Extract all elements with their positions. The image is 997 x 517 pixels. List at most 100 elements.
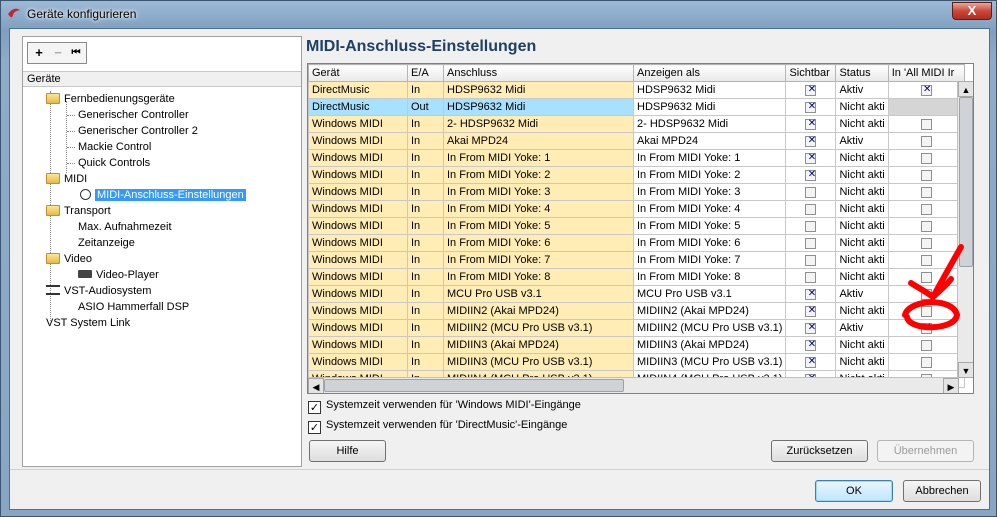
- all-midi-inputs-checkbox[interactable]: [920, 220, 932, 232]
- cell-show-as[interactable]: MIDIIN3 (Akai MPD24): [632, 336, 787, 354]
- tree-item-transport[interactable]: Transport: [46, 203, 111, 219]
- cell-status[interactable]: Nicht akti: [835, 234, 889, 252]
- cell-device[interactable]: Windows MIDI: [308, 166, 408, 184]
- cell-status[interactable]: Nicht akti: [835, 217, 889, 235]
- cell-status[interactable]: Nicht akti: [835, 98, 889, 116]
- table-row[interactable]: Windows MIDI In MIDIIN2 (Akai MPD24) MIDIIN…: [308, 302, 965, 320]
- tree-item-generischer-controller-2[interactable]: Generischer Controller 2: [78, 123, 198, 139]
- table-row[interactable]: Windows MIDI In In From MIDI Yoke: 1 In Fro…: [308, 149, 965, 167]
- tree-item-fernbedienungsgeraete[interactable]: Fernbedienungsgeräte: [46, 91, 175, 107]
- cell-all-midi-inputs[interactable]: [887, 132, 965, 150]
- cell-all-midi-inputs[interactable]: [887, 336, 965, 354]
- cell-show-as[interactable]: MIDIIN2 (Akai MPD24): [632, 302, 787, 320]
- visible-checkbox[interactable]: [805, 118, 817, 130]
- cell-show-as[interactable]: MIDIIN2 (MCU Pro USB v3.1): [632, 319, 787, 337]
- visible-checkbox[interactable]: [805, 186, 817, 198]
- all-midi-inputs-checkbox[interactable]: [920, 339, 932, 351]
- cell-all-midi-inputs[interactable]: [887, 353, 965, 371]
- cell-status[interactable]: Aktiv: [835, 81, 889, 99]
- cell-show-as[interactable]: HDSP9632 Midi: [632, 81, 787, 99]
- visible-checkbox[interactable]: [805, 169, 817, 181]
- table-row[interactable]: DirectMusicInHDSP9632 MidiHDSP9632 MidiA…: [308, 81, 965, 99]
- tree-item-video-player[interactable]: Video-Player: [78, 267, 159, 283]
- cell-all-midi-inputs[interactable]: [887, 268, 965, 286]
- cell-device[interactable]: Windows MIDI: [308, 251, 408, 269]
- table-row[interactable]: DirectMusic Out HDSP9632 Midi HDSP9632 Midi…: [308, 98, 965, 116]
- vertical-scroll-thumb[interactable]: [959, 97, 973, 267]
- table-row[interactable]: Windows MIDI In In From MIDI Yoke: 8 In Fro…: [308, 268, 965, 286]
- tree-item-asio-hammerfall-dsp[interactable]: ASIO Hammerfall DSP: [78, 299, 189, 315]
- cell-visible[interactable]: [785, 268, 837, 286]
- cell-visible[interactable]: [785, 98, 837, 116]
- cell-show-as[interactable]: 2- HDSP9632 Midi: [632, 115, 787, 133]
- cell-visible[interactable]: [785, 285, 837, 303]
- cell-show-as[interactable]: In From MIDI Yoke: 1: [632, 149, 787, 167]
- all-midi-inputs-checkbox[interactable]: [920, 322, 933, 334]
- cell-all-midi-inputs[interactable]: [887, 166, 965, 184]
- column-header-geraet[interactable]: Gerät: [308, 64, 408, 82]
- visible-checkbox[interactable]: [805, 322, 817, 334]
- tree-item-vst-audiosystem[interactable]: VST-Audiosystem: [46, 283, 151, 299]
- table-row[interactable]: Windows MIDI In In From MIDI Yoke: 5 In Fro…: [308, 217, 965, 235]
- visible-checkbox[interactable]: [805, 101, 817, 113]
- cell-port[interactable]: Akai MPD24: [443, 132, 634, 150]
- horizontal-scrollbar[interactable]: ◀ ▶: [308, 377, 959, 393]
- cell-device[interactable]: Windows MIDI: [308, 183, 408, 201]
- cell-io[interactable]: In: [407, 132, 444, 150]
- tree-item-vst-system-link[interactable]: VST System Link: [46, 315, 130, 331]
- cell-device[interactable]: Windows MIDI: [308, 319, 408, 337]
- tree-item-midi[interactable]: MIDI: [46, 171, 87, 187]
- cell-device[interactable]: Windows MIDI: [308, 217, 408, 235]
- tree-item-generischer-controller[interactable]: Generischer Controller: [78, 107, 189, 123]
- cell-port[interactable]: HDSP9632 Midi: [443, 81, 634, 99]
- cell-port[interactable]: In From MIDI Yoke: 2: [443, 166, 634, 184]
- cell-show-as[interactable]: In From MIDI Yoke: 2: [632, 166, 787, 184]
- cell-all-midi-inputs[interactable]: [887, 319, 965, 337]
- close-button[interactable]: X: [952, 2, 992, 20]
- cell-status[interactable]: Nicht akti: [835, 353, 889, 371]
- cell-visible[interactable]: [785, 149, 837, 167]
- cell-status[interactable]: Nicht akti: [835, 183, 889, 201]
- visible-checkbox[interactable]: [805, 305, 817, 317]
- cell-device[interactable]: DirectMusic: [308, 81, 408, 99]
- cell-port[interactable]: MCU Pro USB v3.1: [443, 285, 634, 303]
- cell-show-as[interactable]: In From MIDI Yoke: 3: [632, 183, 787, 201]
- tree-item-video[interactable]: Video: [46, 251, 92, 267]
- cell-io[interactable]: In: [407, 319, 444, 337]
- all-midi-inputs-checkbox[interactable]: [920, 237, 932, 249]
- cell-device[interactable]: Windows MIDI: [308, 336, 408, 354]
- cell-visible[interactable]: [785, 251, 837, 269]
- table-row[interactable]: Windows MIDI In In From MIDI Yoke: 4 In Fro…: [308, 200, 965, 218]
- apply-button[interactable]: Übernehmen: [877, 440, 974, 462]
- cell-all-midi-inputs[interactable]: [887, 251, 965, 269]
- table-row[interactable]: Windows MIDIInAkai MPD24Akai MPD24Aktiv: [308, 132, 965, 150]
- table-row[interactable]: Windows MIDI In MIDIIN3 (MCU Pro USB v3.1)…: [308, 353, 965, 371]
- cell-status[interactable]: Nicht akti: [835, 166, 889, 184]
- table-row[interactable]: Windows MIDI In In From MIDI Yoke: 7 In Fro…: [308, 251, 965, 269]
- reset-device-button[interactable]: ⏮: [68, 46, 84, 60]
- cell-status[interactable]: Nicht akti: [835, 251, 889, 269]
- column-header-all-midi-inputs[interactable]: In 'All MIDI Ir: [887, 64, 965, 82]
- visible-checkbox[interactable]: [805, 254, 817, 266]
- table-row[interactable]: Windows MIDI In 2- HDSP9632 Midi 2- HDSP963…: [308, 115, 965, 133]
- title-bar[interactable]: Geräte konfigurieren X: [1, 1, 996, 27]
- cell-status[interactable]: Nicht akti: [835, 336, 889, 354]
- visible-checkbox[interactable]: [805, 203, 817, 215]
- remove-device-button[interactable]: −: [50, 46, 66, 60]
- cell-io[interactable]: In: [407, 251, 444, 269]
- all-midi-inputs-checkbox[interactable]: [920, 169, 932, 181]
- cell-port[interactable]: In From MIDI Yoke: 7: [443, 251, 634, 269]
- visible-checkbox[interactable]: [805, 356, 817, 368]
- visible-checkbox[interactable]: [805, 135, 817, 147]
- cell-show-as[interactable]: In From MIDI Yoke: 8: [632, 268, 787, 286]
- cell-visible[interactable]: [785, 353, 837, 371]
- cell-port[interactable]: In From MIDI Yoke: 5: [443, 217, 634, 235]
- cell-visible[interactable]: [785, 81, 837, 99]
- cell-show-as[interactable]: In From MIDI Yoke: 7: [632, 251, 787, 269]
- scroll-down-icon[interactable]: ▼: [958, 362, 973, 378]
- checkbox-checked-icon[interactable]: ✓: [308, 421, 321, 434]
- scroll-up-icon[interactable]: ▲: [958, 81, 973, 97]
- cell-all-midi-inputs[interactable]: [887, 115, 965, 133]
- table-row[interactable]: Windows MIDI In MCU Pro USB v3.1 MCU Pro US…: [308, 285, 965, 303]
- cell-visible[interactable]: [785, 132, 837, 150]
